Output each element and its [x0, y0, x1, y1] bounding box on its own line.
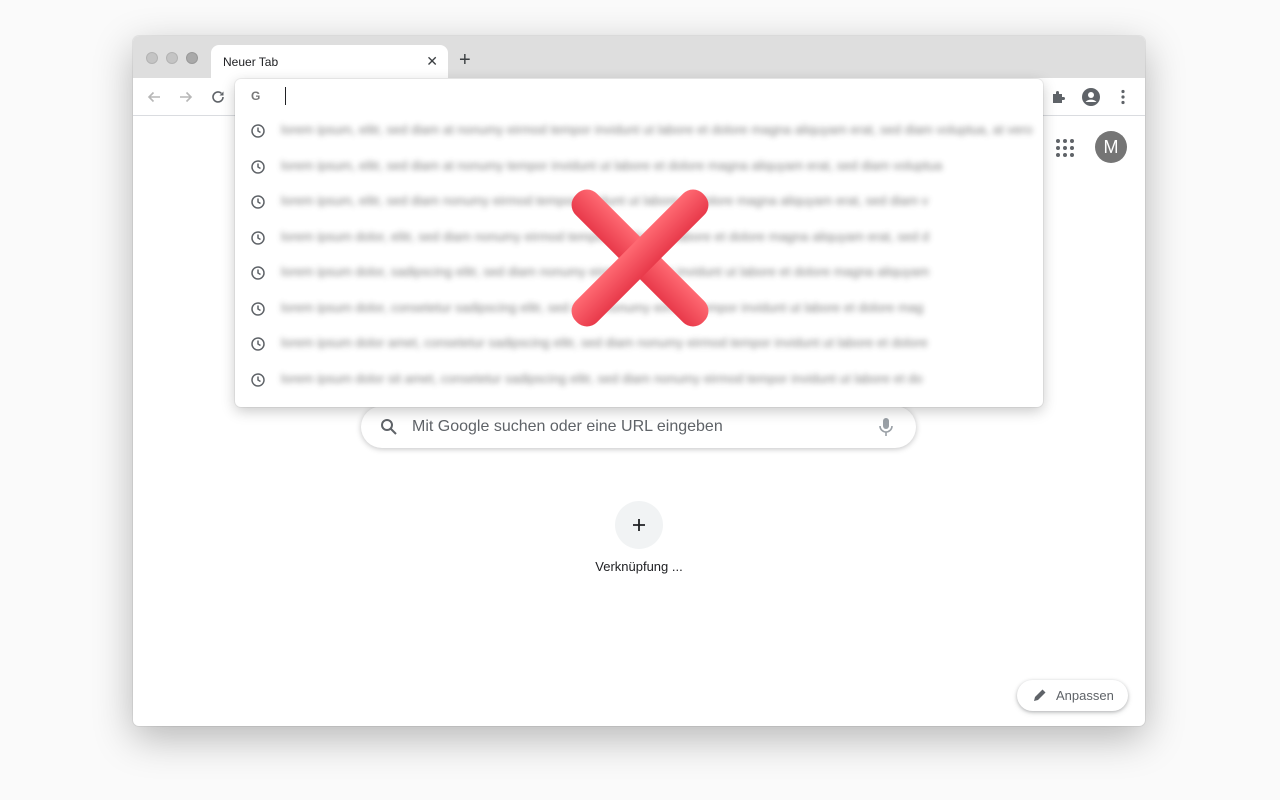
suggestion-text: lorem ipsum, elitr, sed diam at nonumy e… — [281, 122, 1033, 137]
history-icon — [251, 195, 265, 209]
plus-icon — [633, 519, 645, 531]
add-shortcut-button[interactable] — [615, 501, 663, 549]
google-apps-button[interactable] — [1053, 136, 1077, 160]
suggestion-text: lorem ipsum dolor amet, consetetur sadip… — [281, 335, 928, 350]
profile-button[interactable] — [1080, 86, 1102, 108]
history-icon — [251, 372, 265, 387]
kebab-menu-icon — [1121, 89, 1125, 105]
suggestion-row[interactable]: lorem ipsum dolor sit amet, consetetur s… — [235, 363, 1043, 399]
microphone-icon[interactable] — [876, 416, 896, 438]
shortcut-label: Verknüpfung ... — [595, 559, 683, 574]
history-icon — [251, 337, 265, 351]
search-icon — [381, 419, 397, 435]
avatar[interactable]: M — [1095, 131, 1127, 163]
zoom-window-button[interactable] — [186, 52, 198, 64]
arrow-forward-icon — [180, 91, 193, 103]
customize-label: Anpassen — [1056, 688, 1114, 703]
red-cross-icon — [571, 189, 709, 327]
apps-grid-icon — [1056, 139, 1074, 157]
reload-button[interactable] — [208, 87, 228, 107]
tab-title: Neuer Tab — [223, 55, 279, 69]
forward-button[interactable] — [176, 87, 196, 107]
minimize-window-button[interactable] — [166, 52, 178, 64]
menu-button[interactable] — [1112, 86, 1134, 108]
suggestion-text: lorem ipsum dolor sit amet, consetetur s… — [281, 370, 923, 386]
customize-button[interactable]: Anpassen — [1017, 680, 1128, 711]
history-icon — [251, 266, 265, 280]
suggestion-row[interactable]: lorem ipsum dolor amet, consetetur sadip… — [235, 327, 1043, 363]
suggestion-text: lorem ipsum, elitr, sed diam at nonumy t… — [281, 157, 943, 173]
history-icon — [251, 301, 265, 316]
history-icon — [251, 230, 265, 245]
history-icon — [251, 124, 265, 138]
search-input[interactable]: Mit Google suchen oder eine URL eingeben — [412, 418, 723, 436]
arrow-back-icon — [147, 91, 160, 103]
reload-icon — [212, 91, 224, 103]
account-circle-icon — [1082, 88, 1100, 106]
tab-new-tab[interactable]: Neuer Tab ✕ — [211, 45, 448, 78]
puzzle-piece-icon — [1053, 91, 1065, 103]
suggestion-row[interactable]: lorem ipsum, elitr, sed diam at nonumy e… — [235, 114, 1043, 150]
pencil-icon — [1034, 689, 1046, 701]
close-window-button[interactable] — [146, 52, 158, 64]
google-g-icon: G — [251, 89, 261, 103]
ntp-search-box[interactable]: Mit Google suchen oder eine URL eingeben — [361, 406, 916, 448]
omnibox[interactable]: G — [235, 79, 1043, 115]
close-icon[interactable]: ✕ — [426, 54, 438, 68]
extensions-button[interactable] — [1048, 86, 1070, 108]
suggestion-row[interactable]: lorem ipsum, elitr, sed diam at nonumy t… — [235, 150, 1043, 186]
browser-window: Neuer Tab ✕ + M Mit Google suchen oder e… — [133, 36, 1145, 726]
text-cursor — [285, 87, 286, 105]
history-icon — [251, 159, 265, 174]
add-shortcut[interactable]: Verknüpfung ... — [583, 499, 695, 574]
new-tab-button[interactable]: + — [459, 50, 471, 70]
back-button[interactable] — [144, 87, 164, 107]
tab-strip: Neuer Tab ✕ + — [133, 36, 1145, 78]
